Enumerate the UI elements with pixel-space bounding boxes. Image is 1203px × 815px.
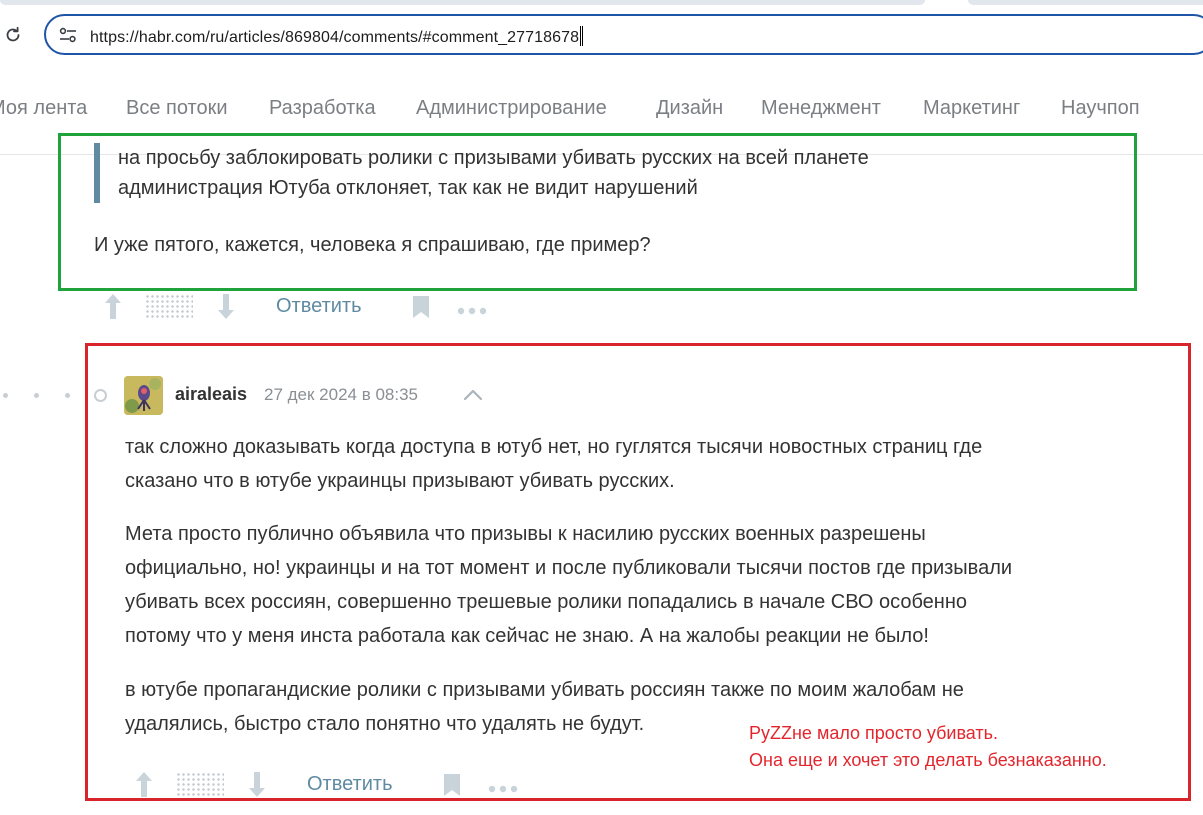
text-caret bbox=[582, 26, 584, 46]
quote-line: на просьбу заблокировать ролики с призыв… bbox=[118, 147, 869, 169]
nav-administration[interactable]: Администрирование bbox=[416, 97, 607, 120]
nav-design[interactable]: Дизайн bbox=[656, 97, 723, 120]
nav-management[interactable]: Менеджмент bbox=[761, 97, 881, 120]
comment-paragraph: так сложно доказывать когда доступа в ют… bbox=[125, 430, 982, 498]
tab-strip-left[interactable] bbox=[0, 0, 925, 5]
nav-my-feed[interactable]: Моя лента bbox=[0, 97, 87, 120]
text-line: убивать всех россиян, совершенно трешевы… bbox=[125, 591, 968, 613]
text-line: Мета просто публично объявила что призыв… bbox=[125, 523, 926, 545]
reply-link[interactable]: Ответить bbox=[307, 773, 393, 796]
comment-text: И уже пятого, кажется, человека я спраши… bbox=[94, 234, 651, 256]
text-line: потому что у меня инста работала как сей… bbox=[125, 625, 929, 647]
annotation-note: PyZZне мало просто убивать. Она еще и хо… bbox=[749, 720, 1107, 774]
text-line: официально, но! украинцы и на тот момент… bbox=[125, 557, 1013, 579]
comment-paragraph: Мета просто публично объявила что призыв… bbox=[125, 517, 1012, 653]
site-settings-icon[interactable] bbox=[58, 26, 78, 44]
address-bar[interactable]: https://habr.com/ru/articles/869804/comm… bbox=[44, 14, 1203, 55]
text-line: сказано что в ютубе украинцы призывают у… bbox=[125, 470, 675, 492]
comment-quote: на просьбу заблокировать ролики с призыв… bbox=[94, 143, 869, 203]
more-icon[interactable] bbox=[457, 302, 487, 320]
annotation-line: Она еще и хочет это делать безнаказанно. bbox=[749, 750, 1107, 770]
site-nav: Моя лента Все потоки Разработка Админист… bbox=[0, 66, 1203, 155]
nav-all-streams[interactable]: Все потоки bbox=[126, 97, 228, 120]
more-icon[interactable] bbox=[488, 780, 518, 798]
thread-indent-dots bbox=[0, 388, 110, 402]
score-placeholder bbox=[176, 772, 224, 798]
comment-date[interactable]: 27 дек 2024 в 08:35 bbox=[264, 385, 418, 405]
vote-down-icon[interactable] bbox=[247, 770, 267, 803]
vote-down-icon[interactable] bbox=[216, 292, 236, 325]
nav-marketing[interactable]: Маркетинг bbox=[923, 97, 1020, 120]
annotation-line: PyZZне мало просто убивать. bbox=[749, 723, 999, 743]
browser-toolbar: https://habr.com/ru/articles/869804/comm… bbox=[0, 0, 1203, 66]
avatar[interactable] bbox=[124, 376, 163, 415]
reload-icon[interactable] bbox=[2, 22, 24, 48]
vote-up-icon[interactable] bbox=[103, 292, 123, 325]
comment-actions: Ответить bbox=[100, 290, 500, 326]
reply-link[interactable]: Ответить bbox=[276, 295, 362, 318]
url-text[interactable]: https://habr.com/ru/articles/869804/comm… bbox=[90, 26, 584, 47]
score-placeholder bbox=[145, 294, 193, 320]
text-caret bbox=[580, 26, 582, 46]
text-line: в ютубе пропагандиские ролики с призывам… bbox=[125, 679, 964, 701]
bookmark-icon[interactable] bbox=[411, 295, 431, 324]
comment-actions: Ответить bbox=[131, 768, 531, 804]
text-line: так сложно доказывать когда доступа в ют… bbox=[125, 436, 983, 458]
bookmark-icon[interactable] bbox=[442, 773, 462, 802]
tab-strip-right[interactable] bbox=[968, 0, 1203, 5]
nav-development[interactable]: Разработка bbox=[269, 97, 376, 120]
quote-line: администрация Ютуба отклоняет, так как н… bbox=[118, 177, 698, 199]
comment-author[interactable]: airaleais bbox=[175, 384, 247, 405]
vote-up-icon[interactable] bbox=[134, 770, 154, 803]
nav-popsci[interactable]: Научпоп bbox=[1061, 97, 1140, 120]
chevron-up-icon[interactable] bbox=[462, 386, 484, 404]
